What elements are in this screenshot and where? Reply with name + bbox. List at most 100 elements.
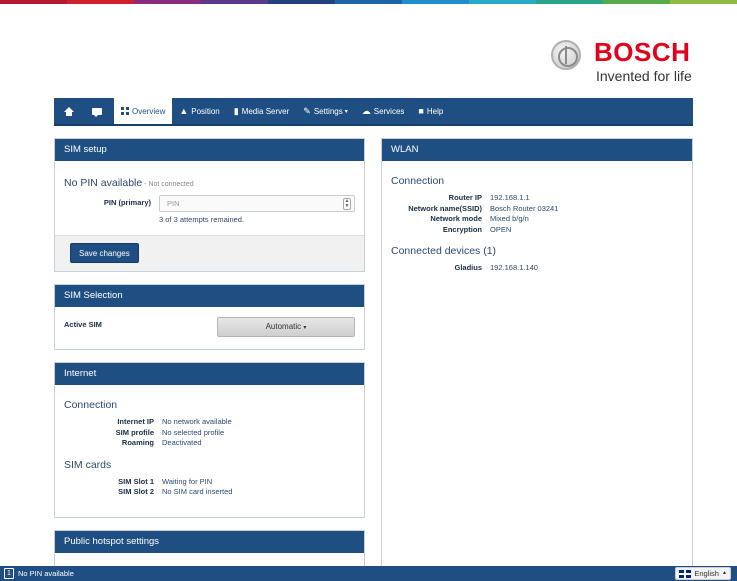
- kv-key: Encryption: [442, 224, 482, 234]
- public-hotspot-panel: Public hotspot settings: [54, 530, 365, 570]
- kv-value: OPEN: [490, 224, 512, 234]
- strip-segment: [0, 0, 67, 4]
- pin-placeholder: PIN: [167, 199, 180, 208]
- tab-help[interactable]: ■ Help: [411, 98, 450, 124]
- panel-title: SIM setup: [55, 139, 364, 161]
- language-selector[interactable]: English ▴: [675, 567, 731, 580]
- kv-key: SIM Slot 2: [118, 487, 154, 496]
- kv-key: SIM profile: [115, 427, 154, 437]
- kv-key: SIM Slot 1: [118, 476, 154, 486]
- grid-icon: [121, 107, 129, 115]
- sim-setup-panel: SIM setup No PIN available - Not connect…: [54, 138, 365, 272]
- kv-key: Router IP: [448, 193, 482, 202]
- sim-cards-title: SIM cards: [64, 458, 112, 471]
- tab-settings[interactable]: ✎ Settings ▾: [296, 98, 354, 124]
- device-ip: 192.168.1.140: [490, 263, 538, 272]
- pin-status-title: No PIN available: [64, 177, 143, 189]
- kv-row: Network mode Mixed b/g/n: [391, 214, 683, 225]
- kv-row: SIM Slot 1 Waiting for PIN: [64, 477, 355, 488]
- uk-flag-icon: [679, 569, 692, 578]
- tab-overview-label: Overview: [132, 106, 166, 116]
- tab-settings-label: Settings: [313, 106, 343, 116]
- strip-segment: [134, 0, 201, 4]
- pin-status: No PIN available - Not connected: [64, 177, 355, 189]
- logo-wordmark: BOSCH: [594, 37, 691, 67]
- wlan-panel: WLAN Connection Router IP 192.168.1.1 Net…: [381, 138, 693, 570]
- wlan-connection-title: Connection: [391, 175, 445, 187]
- internet-connection-title: Connection: [64, 399, 118, 411]
- tab-media-server[interactable]: ▮ Media Server: [227, 98, 297, 124]
- kv-key: Network mode: [430, 214, 482, 223]
- panel-title: Internet: [55, 363, 364, 385]
- kv-value: No SIM card inserted: [162, 487, 233, 496]
- kv-key: Roaming: [121, 438, 154, 447]
- tab-help-label: Help: [426, 106, 444, 116]
- device-row: Gladius 192.168.1.140: [391, 263, 683, 274]
- save-changes-button[interactable]: Save changes: [70, 243, 139, 263]
- active-sim-dropdown[interactable]: Automatic ▾: [217, 317, 355, 337]
- strip-segment: [268, 0, 335, 4]
- kv-value: Waiting for PIN: [162, 476, 213, 486]
- strip-segment: [670, 0, 737, 4]
- kv-row: SIM profile No selected profile: [64, 428, 355, 439]
- strip-segment: [201, 0, 268, 4]
- active-sim-label: Active SIM: [64, 320, 102, 329]
- kv-value: No selected profile: [162, 427, 225, 437]
- book-icon: ■: [418, 105, 424, 116]
- main-nav: Overview ▲ Position ▮ Media Server ✎ Set…: [54, 98, 693, 126]
- tab-services[interactable]: ☁ Services: [355, 98, 412, 124]
- strip-segment: [335, 0, 402, 4]
- person-icon: ▲: [179, 105, 189, 116]
- kv-value: 192.168.1.1: [490, 193, 530, 202]
- kv-row: Network name(SSID) Bosch Router 03241: [391, 204, 683, 215]
- panel-title: Public hotspot settings: [55, 531, 364, 553]
- pin-label: PIN (primary): [103, 198, 151, 207]
- kv-row: Roaming Deactivated: [64, 438, 355, 449]
- wrench-icon: ✎: [303, 105, 311, 116]
- strip-segment: [469, 0, 536, 4]
- status-bar: 1 No PIN available English ▴: [0, 566, 737, 581]
- sim-selection-panel: SIM Selection Active SIM Automatic ▾: [54, 284, 365, 350]
- nav-home[interactable]: [54, 98, 87, 124]
- kv-key: Network name(SSID): [408, 203, 482, 213]
- kv-value: Mixed b/g/n: [490, 214, 529, 223]
- strip-segment: [67, 0, 134, 4]
- pin-spinner-icon[interactable]: ▲ ▼: [343, 198, 351, 210]
- kv-row: Router IP 192.168.1.1: [391, 193, 683, 204]
- logo-tagline: Invented for life: [596, 68, 692, 84]
- notification-badge[interactable]: 1: [4, 568, 14, 579]
- tab-overview[interactable]: Overview: [114, 98, 173, 124]
- internet-panel: Internet Connection Internet IP No networ…: [54, 362, 365, 518]
- language-label: English: [694, 569, 719, 578]
- strip-segment: [402, 0, 469, 4]
- tab-media-server-label: Media Server: [241, 106, 290, 116]
- chat-icon: [92, 107, 102, 117]
- bosch-logo: BOSCH Invented for life: [551, 37, 701, 88]
- tab-position[interactable]: ▲ Position: [172, 98, 226, 124]
- kv-key: Internet IP: [117, 417, 154, 426]
- chevron-down-icon: ▾: [344, 108, 348, 115]
- kv-row: SIM Slot 2 No SIM card inserted: [64, 487, 355, 498]
- device-name: Gladius: [454, 263, 482, 272]
- strip-segment: [603, 0, 670, 4]
- pin-input[interactable]: PIN ▲ ▼: [159, 195, 355, 212]
- kv-row: Internet IP No network available: [64, 417, 355, 428]
- kv-value: Deactivated: [162, 438, 202, 447]
- tab-position-label: Position: [191, 106, 220, 116]
- panel-title: WLAN: [382, 139, 692, 161]
- brand-color-strip: [0, 0, 737, 4]
- panel-title: SIM Selection: [55, 285, 364, 307]
- panel-footer: Save changes: [55, 235, 364, 271]
- kv-value: Bosch Router 03241: [490, 203, 559, 213]
- pin-attempts-hint: 3 of 3 attempts remained.: [159, 215, 245, 224]
- tab-services-label: Services: [373, 106, 405, 116]
- active-sim-value: Automatic: [265, 322, 302, 331]
- connected-devices-title: Connected devices (1): [391, 245, 497, 257]
- kv-value: No network available: [162, 417, 232, 426]
- nav-messages[interactable]: [87, 98, 114, 124]
- file-icon: ▮: [233, 105, 239, 116]
- status-text: No PIN available: [18, 569, 74, 578]
- chevron-down-icon: ▾: [303, 325, 307, 331]
- pin-status-subtitle: - Not connected: [142, 181, 194, 188]
- bosch-armature-icon: [551, 40, 581, 70]
